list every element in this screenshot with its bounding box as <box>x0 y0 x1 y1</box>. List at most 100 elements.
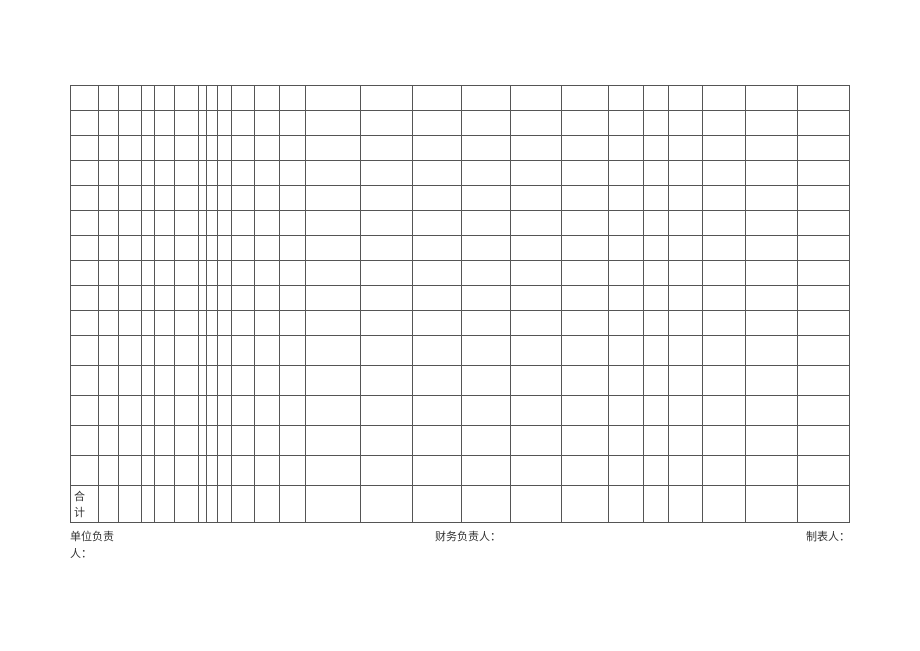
table-cell <box>702 311 745 336</box>
table-cell <box>643 336 669 366</box>
table-cell <box>254 211 280 236</box>
table-cell <box>412 111 461 136</box>
table-cell <box>608 236 643 261</box>
table-cell <box>98 286 118 311</box>
table-cell <box>232 426 254 456</box>
table-cell <box>254 396 280 426</box>
table-cell <box>510 186 561 211</box>
table-cell <box>198 286 206 311</box>
table-row <box>71 336 850 366</box>
table-cell <box>142 86 154 111</box>
table-cell <box>142 366 154 396</box>
table-total-row: 合计 <box>71 486 850 523</box>
table-cell <box>305 486 360 523</box>
table-row <box>71 211 850 236</box>
table-cell <box>217 186 231 211</box>
table-cell <box>98 136 118 161</box>
table-cell <box>797 426 849 456</box>
table-cell <box>118 456 141 486</box>
table-cell <box>175 486 198 523</box>
table-cell <box>702 161 745 186</box>
table-cell <box>643 186 669 211</box>
table-row <box>71 311 850 336</box>
table-cell <box>305 86 360 111</box>
table-row <box>71 426 850 456</box>
table-cell <box>305 236 360 261</box>
table-cell <box>98 486 118 523</box>
table-cell <box>561 261 608 286</box>
table-cell <box>643 86 669 111</box>
table-cell <box>71 211 99 236</box>
table-row <box>71 86 850 111</box>
table-cell <box>561 336 608 366</box>
table-cell <box>154 211 174 236</box>
table-cell <box>142 261 154 286</box>
table-cell <box>142 236 154 261</box>
table-cell <box>305 286 360 311</box>
table-cell <box>280 261 306 286</box>
table-cell <box>71 286 99 311</box>
table-cell <box>305 186 360 211</box>
table-cell <box>280 161 306 186</box>
table-cell <box>608 311 643 336</box>
table-cell <box>118 111 141 136</box>
table-cell <box>510 211 561 236</box>
table-cell <box>142 486 154 523</box>
table-cell <box>142 286 154 311</box>
table-cell <box>280 236 306 261</box>
table-cell <box>461 336 510 366</box>
table-cell <box>360 111 412 136</box>
table-cell <box>745 136 797 161</box>
table-cell <box>669 186 703 211</box>
table-cell <box>643 286 669 311</box>
table-cell <box>797 396 849 426</box>
table-cell <box>412 161 461 186</box>
table-cell <box>71 186 99 211</box>
table-cell <box>702 261 745 286</box>
table-cell <box>510 486 561 523</box>
table-cell <box>643 261 669 286</box>
table-cell <box>254 486 280 523</box>
table-cell <box>669 136 703 161</box>
table-cell <box>154 261 174 286</box>
table-cell <box>669 86 703 111</box>
table-cell <box>142 136 154 161</box>
table-cell <box>232 86 254 111</box>
table-cell <box>412 86 461 111</box>
table-cell <box>98 111 118 136</box>
table-cell <box>643 236 669 261</box>
table-cell <box>154 186 174 211</box>
table-cell <box>254 336 280 366</box>
table-cell <box>461 161 510 186</box>
table-cell <box>280 426 306 456</box>
table-cell <box>154 336 174 366</box>
table-cell <box>561 111 608 136</box>
table-cell <box>280 366 306 396</box>
table-cell <box>461 211 510 236</box>
table-cell <box>198 161 206 186</box>
table-cell <box>745 486 797 523</box>
table-cell <box>412 456 461 486</box>
table-cell <box>669 236 703 261</box>
table-cell <box>360 161 412 186</box>
table-cell <box>71 426 99 456</box>
table-cell <box>669 366 703 396</box>
table-cell <box>510 456 561 486</box>
table-cell <box>232 161 254 186</box>
table-cell <box>198 456 206 486</box>
table-cell <box>98 426 118 456</box>
table-cell <box>797 311 849 336</box>
table-cell <box>669 336 703 366</box>
table-cell <box>217 211 231 236</box>
table-cell <box>98 456 118 486</box>
table-cell <box>561 311 608 336</box>
table-cell <box>154 456 174 486</box>
table-cell <box>71 136 99 161</box>
table-cell <box>745 366 797 396</box>
table-cell <box>232 366 254 396</box>
table-cell <box>412 311 461 336</box>
table-cell <box>198 236 206 261</box>
table-cell <box>412 426 461 456</box>
table-cell <box>175 211 198 236</box>
table-cell <box>797 366 849 396</box>
